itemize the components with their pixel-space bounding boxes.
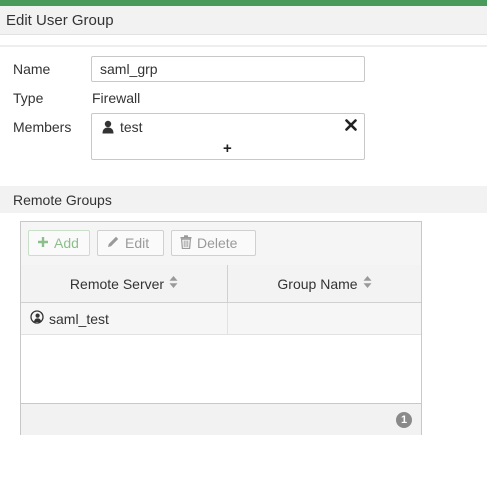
name-label: Name [13,61,51,77]
cell-group-name [227,303,422,334]
members-field[interactable]: test + [91,113,365,160]
name-input[interactable] [91,56,365,82]
sort-icon [363,275,372,292]
pencil-icon [106,235,120,252]
edit-label: Edit [125,235,150,251]
row-count-badge: 1 [396,412,412,428]
divider [0,45,487,47]
type-label: Type [13,90,44,106]
section-title: Remote Groups [13,192,112,208]
table-row[interactable]: saml_test [21,303,421,335]
sort-icon [169,275,178,292]
table-footer: 1 [21,403,421,435]
table-header: Remote Server Group Name [21,265,421,303]
add-member-button[interactable]: + [223,141,232,156]
trash-icon [180,234,192,252]
user-icon [102,120,114,134]
column-header-remote-server[interactable]: Remote Server [21,265,227,302]
remove-member-icon[interactable] [344,118,358,132]
remote-groups-table: Add Edit Delete Remote Server Group Name… [20,221,422,435]
member-chip: test [102,118,143,136]
delete-label: Delete [197,235,238,251]
member-name: test [120,119,143,135]
column-label: Group Name [277,275,358,292]
page-title: Edit User Group [6,12,114,29]
members-label: Members [13,119,72,135]
table-toolbar: Add Edit Delete [21,222,421,266]
edit-button[interactable]: Edit [97,230,164,256]
add-label: Add [54,235,79,251]
dialog-header: Edit User Group [0,6,487,35]
add-button[interactable]: Add [28,230,90,256]
remote-groups-section-header: Remote Groups [0,186,487,213]
column-header-group-name[interactable]: Group Name [227,265,421,302]
column-label: Remote Server [69,275,165,292]
delete-button[interactable]: Delete [171,230,256,256]
saml-server-icon [30,310,44,327]
remote-server-value: saml_test [49,310,109,327]
cell-remote-server: saml_test [30,303,109,334]
type-value: Firewall [92,90,141,106]
plus-icon [37,235,49,251]
